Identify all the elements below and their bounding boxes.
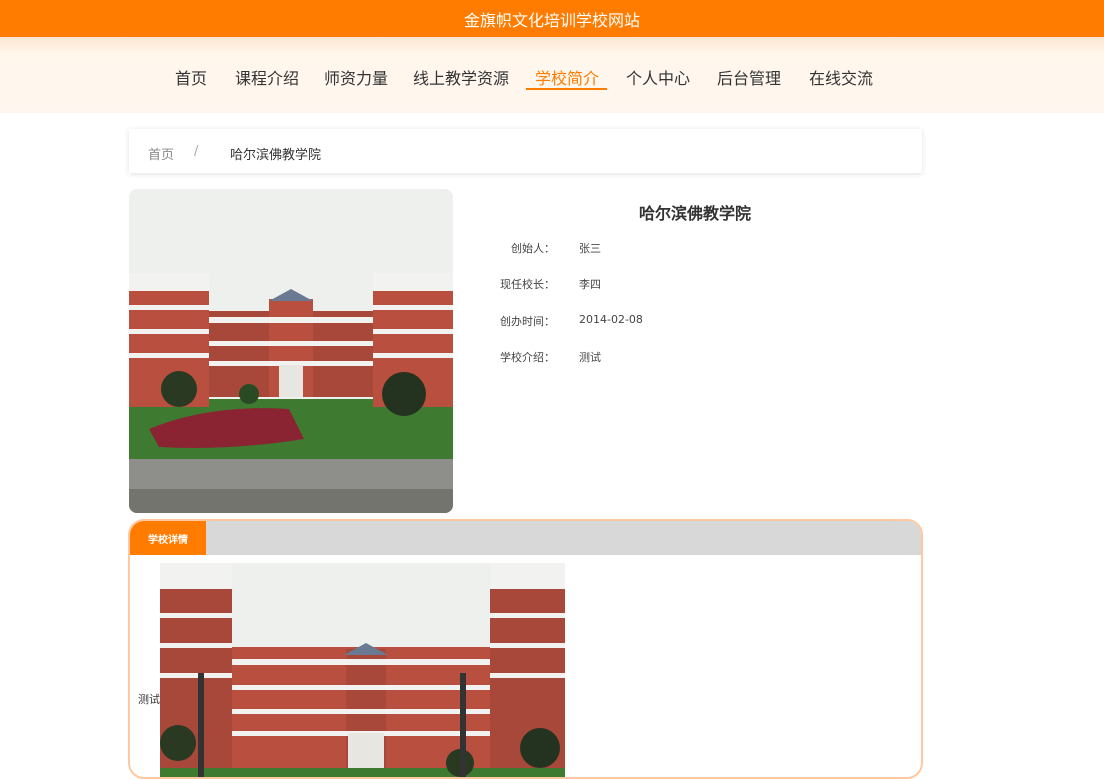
principal-label: 现任校长： [500, 278, 555, 291]
detail-text: 测试 [138, 693, 160, 706]
breadcrumb-current: 哈尔滨佛教学院 [230, 148, 322, 163]
founded-date-label: 创办时间： [500, 315, 555, 328]
nav-active-indicator [526, 88, 607, 90]
breadcrumb: 首页 / 哈尔滨佛教学院 [129, 129, 922, 173]
founder-label: 创始人： [511, 242, 555, 255]
nav-item-courses[interactable]: 课程介绍 [235, 65, 299, 89]
breadcrumb-separator: / [194, 144, 199, 159]
founder-value: 张三 [579, 242, 601, 255]
nav-item-home[interactable]: 首页 [175, 65, 207, 89]
founded-date-value: 2014-02-08 [579, 313, 643, 326]
detail-tab-bar: 学校详情 [130, 521, 921, 555]
school-building-image [129, 189, 453, 513]
breadcrumb-home-link[interactable]: 首页 [148, 144, 174, 163]
school-intro-value: 测试 [579, 351, 601, 364]
nav-item-personal-center[interactable]: 个人中心 [626, 65, 690, 89]
nav-item-chat[interactable]: 在线交流 [809, 65, 873, 89]
site-title: 金旗帜文化培训学校网站 [463, 10, 640, 30]
site-header: 金旗帜文化培训学校网站 [0, 0, 1104, 37]
nav-item-online-resources[interactable]: 线上教学资源 [413, 65, 509, 89]
nav-item-teachers[interactable]: 师资力量 [324, 65, 388, 89]
school-detail-panel: 学校详情 测试 [128, 519, 923, 779]
detail-photo [160, 563, 565, 777]
nav-item-admin[interactable]: 后台管理 [717, 65, 781, 89]
school-intro-label: 学校介绍： [500, 351, 555, 364]
nav-item-school-intro[interactable]: 学校简介 [535, 65, 599, 89]
principal-value: 李四 [579, 278, 601, 291]
main-nav: 首页 课程介绍 师资力量 线上教学资源 学校简介 个人中心 后台管理 在线交流 [0, 37, 1104, 113]
school-building-image-large [160, 563, 565, 777]
tab-school-details[interactable]: 学校详情 [130, 521, 206, 555]
school-photo [129, 189, 453, 513]
school-name: 哈尔滨佛教学院 [638, 204, 751, 223]
